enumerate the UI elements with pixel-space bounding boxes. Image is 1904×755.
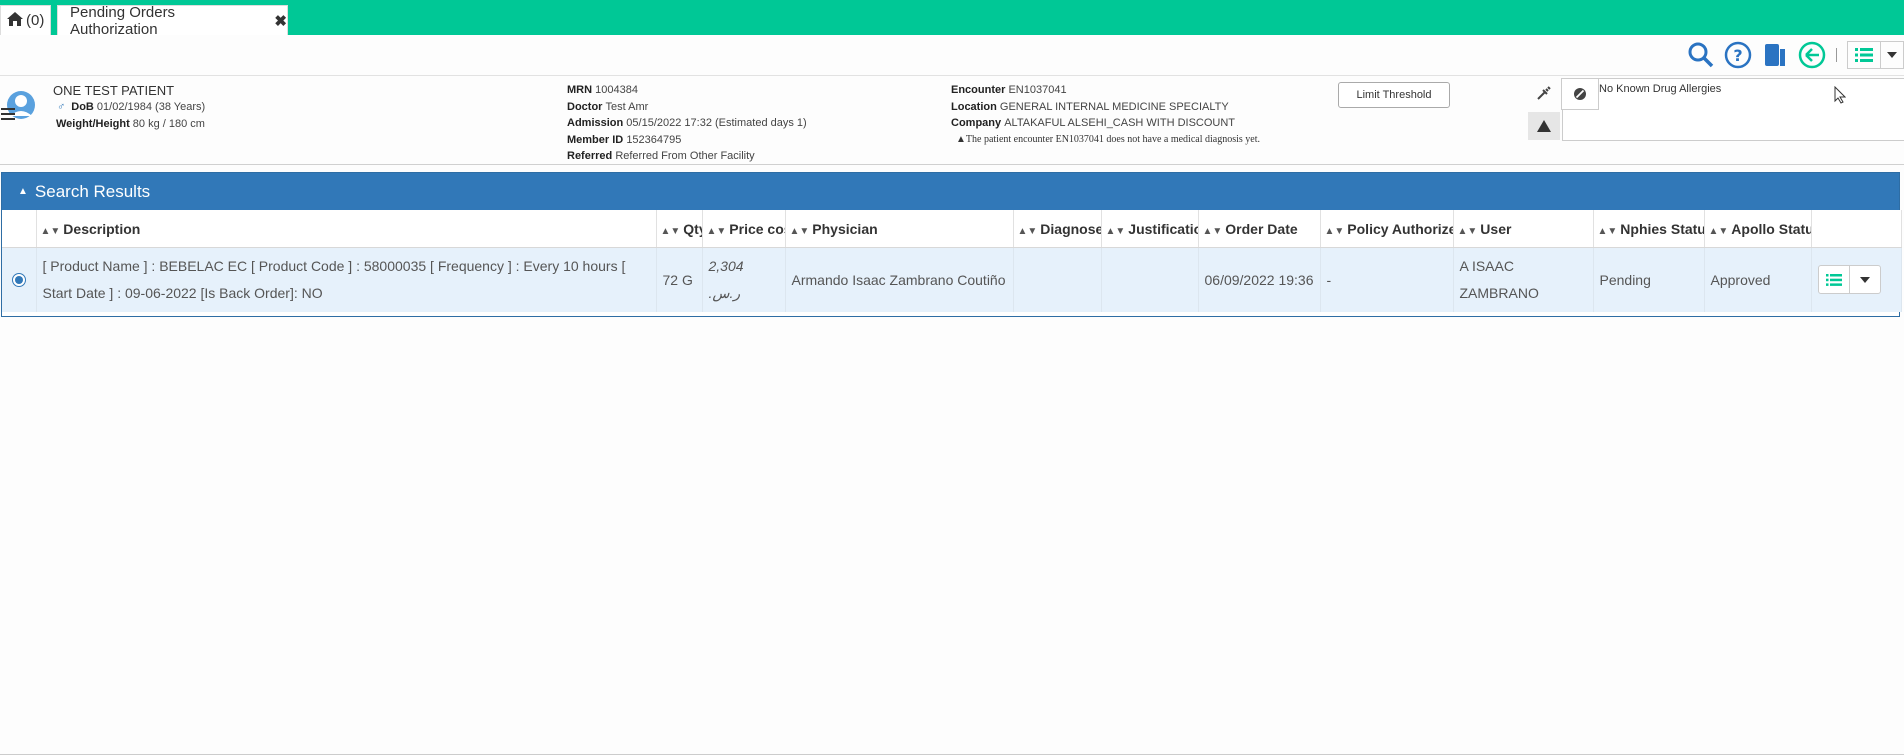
location-label: Location (951, 100, 997, 113)
home-count: (0) (26, 12, 45, 29)
cell-qty: 72 G (656, 247, 703, 312)
admission-value: 05/15/2022 17:32 (Estimated days 1) (626, 117, 807, 129)
divider (0, 75, 1904, 76)
help-icon[interactable]: ? (1724, 41, 1752, 69)
referred-label: Referred (567, 150, 613, 162)
chevron-down-icon[interactable] (1881, 41, 1904, 69)
col-justification[interactable]: ▲▼Justification (1101, 210, 1199, 248)
no-allergy-icon[interactable] (1561, 78, 1599, 110)
dob-value: 01/02/1984 (38 Years) (96, 101, 206, 113)
home-icon (7, 11, 23, 30)
doctor-value: Test Amr (605, 100, 649, 113)
col-policy-authorized[interactable]: ▲▼Policy Authorized (1320, 210, 1454, 248)
cell-description: [ Product Name ] : BEBELAC EC [ Product … (36, 247, 657, 312)
cell-actions (1811, 247, 1902, 312)
col-diagnoses[interactable]: ▲▼Diagnoses (1013, 210, 1102, 248)
col-user[interactable]: ▲▼ User (1453, 210, 1594, 248)
menu-icon[interactable] (1, 108, 15, 123)
row-radio[interactable] (11, 273, 26, 287)
cell-order-date: 06/09/2022 19:36 (1198, 247, 1321, 312)
select-column (2, 210, 37, 248)
tab-home[interactable]: (0) (0, 5, 51, 35)
back-icon[interactable] (1798, 41, 1826, 69)
sort-icon: ▲▼ (1457, 225, 1478, 237)
sort-icon: ▲▼ (40, 225, 61, 237)
search-icon[interactable] (1687, 41, 1715, 69)
chevron-down-icon[interactable] (1848, 266, 1880, 294)
company-value: ALTAKAFUL ALSEHI_CASH WITH DISCOUNT (1004, 117, 1236, 129)
cell-physician: Armando Isaac Zambrano Coutiño (785, 247, 1014, 312)
sort-icon: ▲▼ (1017, 225, 1038, 237)
col-qty[interactable]: ▲▼Qty (656, 210, 703, 248)
referred-value: Referred From Other Facility (615, 150, 755, 162)
col-description[interactable]: ▲▼ Description (36, 210, 657, 248)
alert-triangle-icon[interactable] (1528, 112, 1560, 140)
cell-justification (1101, 247, 1199, 312)
sort-icon: ▲▼ (1597, 225, 1618, 237)
cell-policy: - (1320, 247, 1454, 312)
table-header-row: ▲▼Description ▲▼Qty ▲▼Price cost ▲▼Physi… (2, 210, 1902, 248)
limit-threshold-button[interactable]: Limit Threshold (1338, 82, 1450, 108)
col-price-cost[interactable]: ▲▼Price cost (702, 210, 786, 248)
row-action-button[interactable] (1817, 265, 1881, 295)
divider (1836, 48, 1837, 62)
sort-icon: ▲▼ (706, 225, 727, 237)
admission-label: Admission (567, 117, 624, 129)
search-results-header[interactable]: ▲ Search Results (2, 173, 1899, 210)
tab-label: Pending Orders Authorization (70, 3, 176, 38)
cell-user: A ISAAC ZAMBRANO (1453, 247, 1594, 312)
cell-apollo-status: Approved (1704, 247, 1812, 312)
member-id-label: Member ID (567, 133, 624, 146)
member-id-value: 152364795 (626, 133, 682, 146)
svg-text:?: ? (1733, 46, 1742, 65)
diagnosis-warning: The patient encounter EN1037041 does not… (965, 133, 1260, 145)
sort-icon: ▲▼ (660, 225, 681, 237)
cell-nphies-status: Pending (1593, 247, 1705, 312)
list-icon[interactable] (1847, 41, 1881, 69)
company-label: Company (951, 117, 1002, 129)
weight-height-label: Weight/Height (56, 118, 130, 130)
col-physician[interactable]: ▲▼ Physician (785, 210, 1014, 248)
mrn-value: 1004384 (595, 84, 638, 96)
sort-icon: ▲▼ (789, 225, 810, 237)
patient-name: ONE TEST PATIENT (53, 83, 175, 98)
divider (0, 164, 1904, 165)
document-icon[interactable] (1761, 41, 1789, 69)
mouse-cursor-icon (1834, 85, 1847, 109)
search-results-title: Search Results (34, 181, 151, 201)
cell-price: 2,304 .ر.س (702, 247, 786, 312)
doctor-label: Doctor (567, 100, 603, 113)
dob-label: DoB (71, 101, 94, 113)
list-icon[interactable] (1819, 266, 1849, 293)
col-nphies-status[interactable]: ▲▼Nphies Status (1593, 210, 1705, 248)
weight-height-value: 80 kg / 180 cm (132, 118, 205, 130)
allergy-panel: No Known Drug Allergies (1561, 78, 1904, 141)
col-order-date[interactable]: ▲▼ Order Date (1198, 210, 1321, 248)
sort-icon: ▲▼ (1105, 225, 1126, 237)
cell-diagnoses (1013, 247, 1102, 312)
encounter-label: Encounter (951, 84, 1006, 96)
row-select[interactable] (2, 247, 37, 312)
col-actions (1811, 210, 1902, 248)
toolbar: ? (1678, 40, 1904, 70)
results-table: ▲▼Description ▲▼Qty ▲▼Price cost ▲▼Physi… (2, 210, 1902, 312)
syringe-icon[interactable] (1536, 85, 1552, 106)
sort-icon: ▲▼ (1202, 225, 1223, 237)
col-apollo-status[interactable]: ▲▼Apollo Status (1704, 210, 1812, 248)
sort-icon: ▲▼ (1324, 225, 1345, 237)
collapse-icon: ▲ (18, 186, 28, 197)
tab-pending-orders[interactable]: Pending Orders Authorization ✖ (57, 3, 288, 38)
encounter-value: EN1037041 (1008, 84, 1067, 96)
warning-icon: ▲ (956, 133, 966, 145)
allergy-text: No Known Drug Allergies (1599, 83, 1722, 95)
table-row[interactable]: [ Product Name ] : BEBELAC EC [ Product … (2, 247, 1902, 312)
search-results-panel: ▲ Search Results ▲▼Description ▲▼Qty ▲▼P… (1, 172, 1902, 317)
sort-icon: ▲▼ (1708, 225, 1729, 237)
location-value: GENERAL INTERNAL MEDICINE SPECIALTY (999, 100, 1229, 113)
mrn-label: MRN (567, 84, 593, 96)
close-icon[interactable]: ✖ (274, 12, 287, 30)
gender-icon: ♂ (57, 101, 66, 113)
